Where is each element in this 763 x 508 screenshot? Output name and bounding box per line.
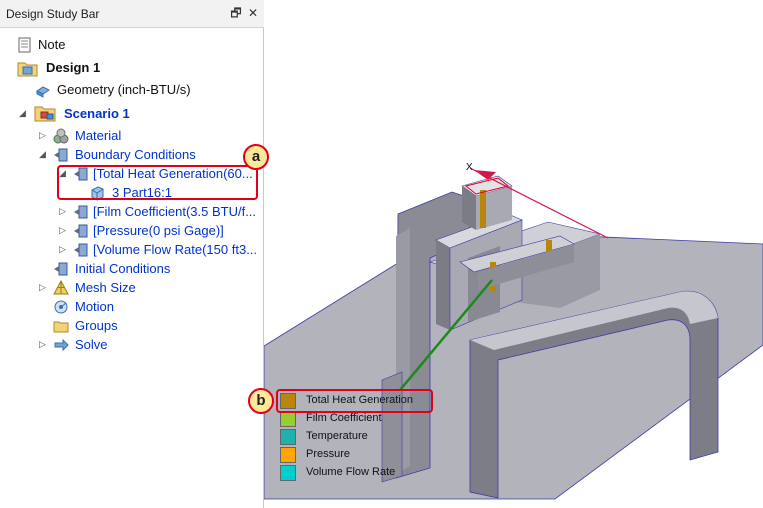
tree-item-mesh-size[interactable]: ▷ Mesh Size [0, 278, 260, 297]
tree-item-boundary-conditions[interactable]: ◢ Boundary Conditions [0, 145, 260, 164]
tree-item-initial-conditions[interactable]: Initial Conditions [0, 259, 260, 278]
tree-label-volume-flow-rate: [Volume Flow Rate(150 ft3... [93, 242, 258, 257]
collapsed-arrow-icon[interactable]: ▷ [59, 221, 69, 240]
boundary-conditions-icon [54, 148, 68, 162]
tree-item-material[interactable]: ▷ Material [0, 126, 260, 145]
tree-item-solve[interactable]: ▷ Solve [0, 335, 260, 354]
tree-label-pressure: [Pressure(0 psi Gage)] [93, 223, 224, 238]
geometry-icon [36, 86, 50, 98]
collapsed-arrow-icon[interactable]: ▷ [59, 240, 69, 259]
boundary-condition-icon [74, 224, 88, 238]
tree-label-initial-conditions: Initial Conditions [75, 261, 171, 276]
collapsed-arrow-icon[interactable]: ▷ [39, 126, 49, 145]
tree-label-groups: Groups [75, 318, 118, 333]
tree-item-pressure[interactable]: ▷ [Pressure(0 psi Gage)] [0, 221, 260, 240]
tree-item-design[interactable]: Design 1 [0, 58, 260, 77]
legend-label: Volume Flow Rate [306, 466, 396, 478]
callout-badge-b: b [248, 388, 274, 414]
callout-box-a [57, 165, 258, 200]
tree-item-volume-flow-rate[interactable]: ▷ [Volume Flow Rate(150 ft3... [0, 240, 260, 259]
tree-item-scenario[interactable]: ◢ Scenario 1 [0, 104, 260, 123]
tree-label-film-coefficient: [Film Coefficient(3.5 BTU/f... [93, 204, 257, 219]
scenario-icon [34, 106, 56, 122]
tree-label-solve: Solve [75, 337, 108, 352]
tree-item-motion[interactable]: Motion [0, 297, 260, 316]
tree-item-groups[interactable]: Groups [0, 316, 260, 335]
design-icon [17, 62, 38, 77]
panel-title: Design Study Bar [6, 7, 100, 21]
tree-label-note: Note [38, 37, 66, 52]
expanded-arrow-icon[interactable]: ◢ [39, 145, 49, 164]
tree-label-mesh-size: Mesh Size [75, 280, 136, 295]
note-icon [18, 37, 31, 53]
tree-item-film-coefficient[interactable]: ▷ [Film Coefficient(3.5 BTU/f... [0, 202, 260, 221]
motion-icon [54, 300, 68, 314]
legend-swatch [280, 447, 296, 463]
mesh-size-icon [53, 280, 69, 295]
mid-left [436, 240, 450, 330]
restore-icon[interactable]: 🗗 [228, 5, 244, 21]
collapsed-arrow-icon[interactable]: ▷ [39, 335, 49, 354]
collapsed-arrow-icon[interactable]: ▷ [39, 278, 49, 297]
collapsed-arrow-icon[interactable]: ▷ [59, 202, 69, 221]
tree-item-geometry[interactable]: Geometry (inch-BTU/s) [0, 80, 260, 99]
tree-item-note[interactable]: Note [0, 35, 260, 54]
callout-box-b [276, 389, 433, 413]
material-icon [53, 128, 69, 144]
legend-swatch [280, 465, 296, 481]
legend-label: Pressure [306, 448, 351, 460]
tree-label-boundary-conditions: Boundary Conditions [75, 147, 196, 162]
x-axis-label: X [466, 162, 473, 173]
expanded-arrow-icon[interactable]: ◢ [19, 104, 29, 123]
heat-band [480, 190, 486, 228]
tree-label-geometry: Geometry (inch-BTU/s) [57, 82, 191, 97]
tree-label-design: Design 1 [46, 60, 101, 75]
panel-header: Design Study Bar 🗗 ✕ [0, 0, 264, 28]
boundary-condition-icon [74, 205, 88, 219]
legend-swatch [280, 411, 296, 427]
legend-swatch [280, 429, 296, 445]
legend-label: Temperature [306, 430, 368, 442]
groups-icon [53, 321, 69, 333]
close-icon[interactable]: ✕ [245, 5, 261, 21]
tree-label-scenario: Scenario 1 [64, 106, 130, 121]
legend-label: Film Coefficient [306, 412, 382, 424]
tree-label-material: Material [75, 128, 122, 143]
tree-label-motion: Motion [75, 299, 115, 314]
solve-icon [54, 338, 69, 352]
design-study-bar: Design Study Bar 🗗 ✕ Note Design 1 Geome… [0, 0, 269, 508]
initial-conditions-icon [54, 262, 68, 276]
boundary-condition-icon [74, 243, 88, 257]
